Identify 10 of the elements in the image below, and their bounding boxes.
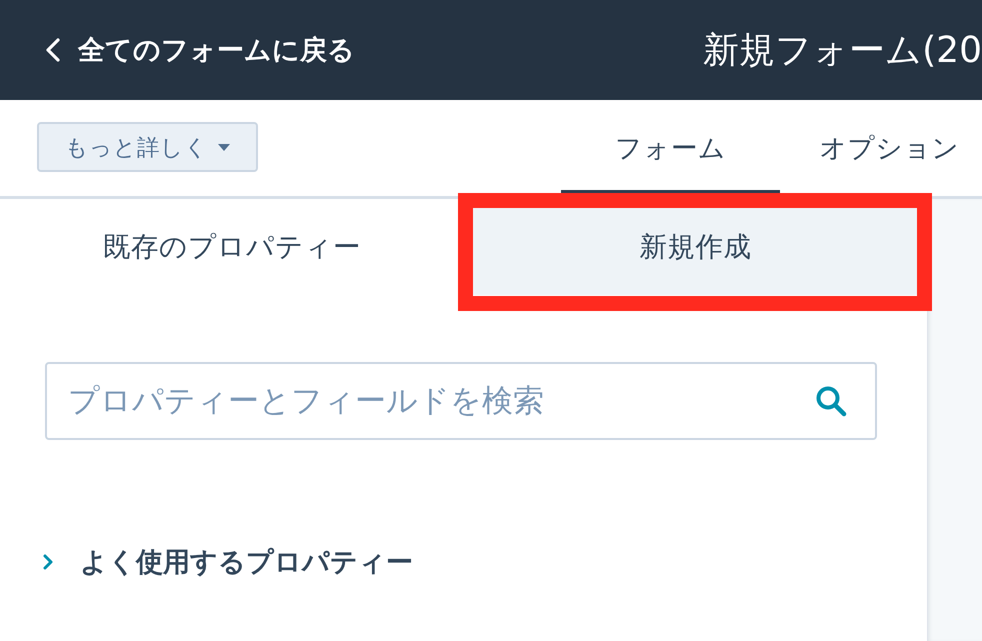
more-button[interactable]: もっと詳しく	[37, 122, 258, 172]
tab[interactable]: オプション	[780, 100, 982, 194]
chevron-left-icon	[46, 38, 60, 62]
form-title: 新規フォーム(20	[703, 28, 982, 72]
section-header[interactable]: よく使用するプロパティー	[43, 544, 413, 580]
search-field[interactable]: プロパティーとフィールドを検索	[45, 362, 877, 440]
back-link[interactable]: 全てのフォームに戻る	[46, 32, 355, 68]
search-icon	[815, 385, 847, 417]
caret-down-icon	[218, 144, 230, 150]
tab[interactable]: フォーム	[561, 100, 780, 194]
